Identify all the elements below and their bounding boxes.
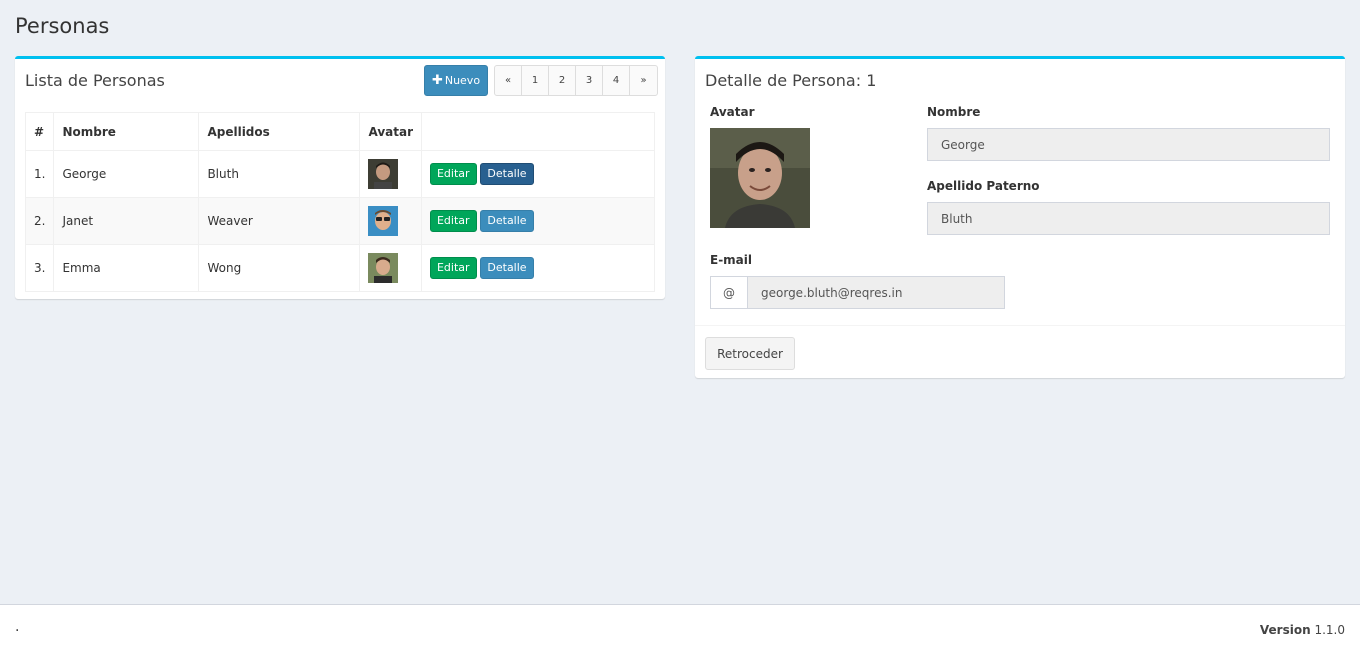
detail-title: Detalle de Persona: 1	[705, 71, 877, 90]
row-apellidos: Weaver	[198, 197, 361, 245]
apellido-label: Apellido Paterno	[927, 179, 1040, 193]
version-info: Version 1.1.0	[1260, 623, 1345, 637]
row-avatar-cell	[359, 197, 422, 245]
back-button[interactable]: Retroceder	[705, 337, 795, 370]
table-header-row: # Nombre Apellidos Avatar	[24, 112, 656, 151]
row-apellidos: Wong	[198, 244, 361, 292]
email-addon: @	[710, 276, 748, 309]
version-value: 1.1.0	[1314, 623, 1345, 637]
page-title: Personas	[15, 14, 110, 38]
col-header-apellidos: Apellidos	[198, 112, 361, 151]
list-title: Lista de Personas	[25, 71, 165, 90]
edit-button[interactable]: Editar	[429, 163, 477, 185]
detail-button[interactable]: Detalle	[480, 210, 534, 232]
col-header-nombre: Nombre	[53, 112, 200, 151]
col-header-actions	[420, 112, 656, 151]
person-detail-box: Detalle de Persona: 1 Avatar Nombre Geor…	[695, 56, 1345, 378]
persons-list-box: Lista de Personas ✚ Nuevo « 1 2 3 4 » # …	[15, 56, 665, 299]
table-row: 3. Emma Wong Editar Detalle	[24, 244, 656, 292]
row-avatar-cell	[359, 244, 422, 292]
avatar-label: Avatar	[710, 105, 755, 119]
new-button-label: Nuevo	[444, 74, 481, 87]
new-person-button[interactable]: ✚ Nuevo	[424, 65, 488, 96]
main-footer: . Version 1.1.0	[0, 604, 1360, 655]
edit-button[interactable]: Editar	[429, 257, 477, 279]
pagination: « 1 2 3 4 »	[494, 65, 658, 96]
footer-left-text: .	[15, 619, 20, 635]
edit-button[interactable]: Editar	[429, 210, 477, 232]
row-number: 3.	[24, 244, 55, 292]
row-actions: Editar Detalle	[420, 197, 656, 245]
row-avatar-cell	[359, 150, 422, 198]
row-nombre: George	[53, 150, 200, 198]
pagination-page-1[interactable]: 1	[522, 66, 549, 95]
row-actions: Editar Detalle	[420, 244, 656, 292]
email-field[interactable]: george.bluth@reqres.in	[747, 276, 1005, 309]
avatar-janet	[368, 206, 399, 236]
email-label: E-mail	[710, 253, 753, 267]
detail-button[interactable]: Detalle	[480, 257, 534, 279]
detail-avatar-image	[710, 128, 810, 228]
row-nombre: Emma	[53, 244, 200, 292]
row-nombre: Janet	[53, 197, 200, 245]
row-number: 2.	[24, 197, 55, 245]
table-row: 1. George Bluth Editar Detalle	[24, 150, 656, 198]
col-header-avatar: Avatar	[359, 112, 422, 151]
apellido-field[interactable]: Bluth	[927, 202, 1330, 235]
row-apellidos: Bluth	[198, 150, 361, 198]
box-footer-divider	[695, 325, 1345, 326]
avatar-emma	[368, 253, 399, 283]
nombre-field[interactable]: George	[927, 128, 1330, 161]
plus-icon: ✚	[431, 73, 443, 88]
detail-button[interactable]: Detalle	[480, 163, 534, 185]
pagination-page-4[interactable]: 4	[603, 66, 630, 95]
row-actions: Editar Detalle	[420, 150, 656, 198]
avatar-george	[368, 159, 399, 189]
pagination-next[interactable]: »	[630, 66, 657, 95]
pagination-prev[interactable]: «	[495, 66, 522, 95]
version-label: Version	[1259, 623, 1311, 637]
row-number: 1.	[24, 150, 55, 198]
col-header-number: #	[24, 112, 55, 151]
nombre-label: Nombre	[927, 105, 981, 119]
pagination-page-2[interactable]: 2	[549, 66, 576, 95]
table-row: 2. Janet Weaver Editar Detalle	[24, 197, 656, 245]
pagination-page-3[interactable]: 3	[576, 66, 603, 95]
persons-table: # Nombre Apellidos Avatar 1. George Blut…	[24, 112, 656, 292]
